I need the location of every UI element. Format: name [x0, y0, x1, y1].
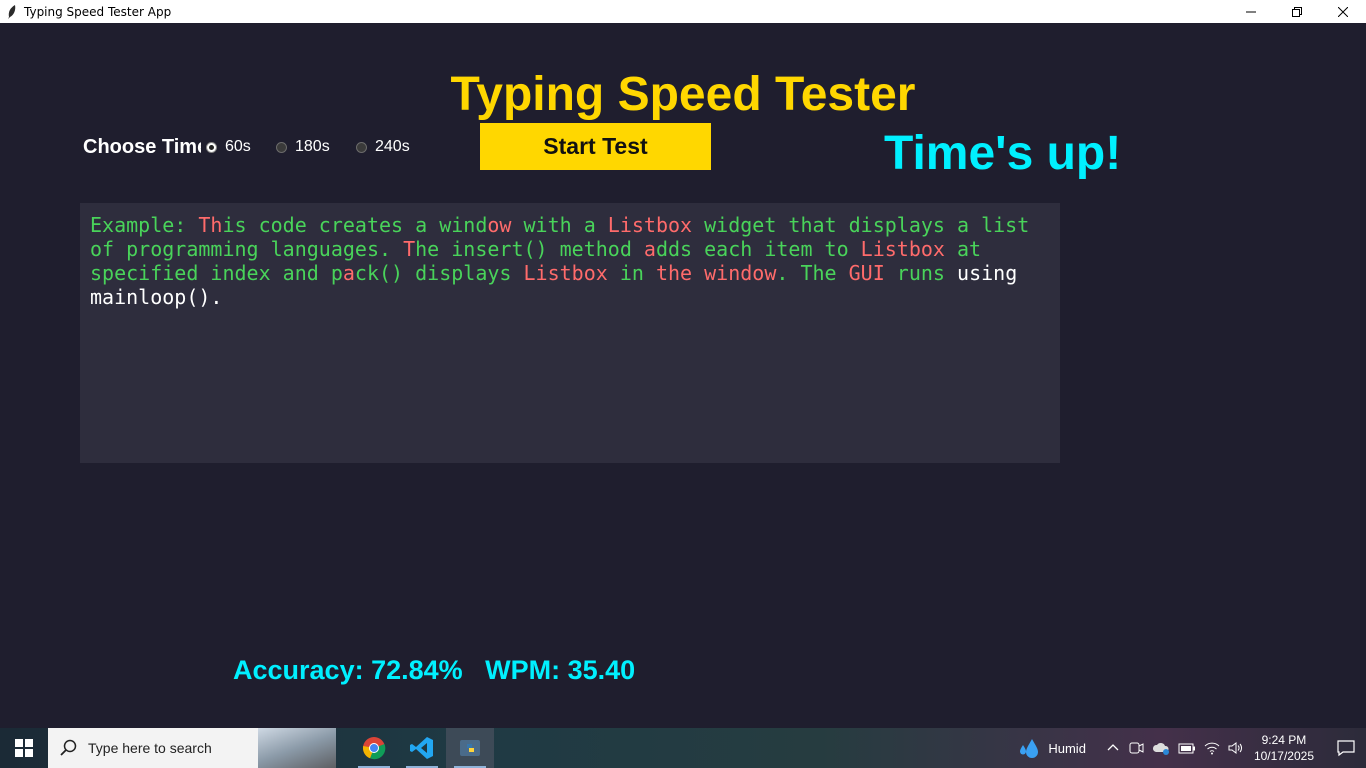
- feather-icon: [5, 4, 19, 19]
- correct-text-segment: [692, 261, 704, 285]
- notification-icon: [1337, 740, 1355, 757]
- restore-button[interactable]: [1274, 0, 1320, 23]
- radio-60s[interactable]: 60s: [206, 138, 251, 156]
- search-placeholder: Type here to search: [88, 740, 212, 756]
- minimize-icon: [1246, 11, 1256, 12]
- taskbar-vscode[interactable]: [398, 728, 446, 768]
- correct-text-segment: is code creates a wind: [222, 213, 488, 237]
- radio-unselected-icon: [276, 141, 287, 153]
- correct-text-segment: dds each item to: [655, 237, 861, 261]
- restore-icon: [1292, 6, 1302, 17]
- taskbar-chrome[interactable]: [350, 728, 398, 768]
- chrome-icon: [363, 737, 386, 760]
- chevron-up-icon[interactable]: [1106, 741, 1120, 755]
- tray-icons: [1106, 740, 1244, 756]
- incorrect-text-segment: a: [342, 261, 355, 285]
- radio-180s[interactable]: 180s: [276, 138, 330, 156]
- status-message: Time's up!: [884, 127, 1122, 180]
- wifi-icon[interactable]: [1204, 741, 1220, 755]
- correct-text-segment: with a: [511, 213, 608, 237]
- radio-60s-label: 60s: [225, 138, 251, 155]
- search-icon: [60, 739, 77, 756]
- vscode-icon: [410, 737, 433, 759]
- result-stats: Accuracy: 72.84% WPM: 35.40: [233, 655, 636, 685]
- taskbar-clock[interactable]: 9:24 PM 10/17/2025: [1254, 732, 1314, 764]
- correct-text-segment: . The: [776, 261, 849, 285]
- search-highlight-image: [258, 728, 336, 768]
- window-title: Typing Speed Tester App: [24, 4, 172, 19]
- system-tray: Humid 9:24 PM 10/17/2025: [1018, 728, 1366, 768]
- clock-time: 9:24 PM: [1261, 733, 1307, 747]
- correct-text-segment: runs: [884, 261, 945, 285]
- radio-240s-label: 240s: [375, 138, 410, 155]
- incorrect-text-segment: the: [655, 261, 693, 285]
- window-titlebar: Typing Speed Tester App: [0, 0, 1366, 23]
- correct-text-segment: ck() displays: [354, 261, 524, 285]
- clock-date: 10/17/2025: [1253, 749, 1314, 763]
- choose-time-label: Choose Time: [83, 136, 201, 158]
- incorrect-text-segment: a: [643, 237, 656, 261]
- water-drop-icon: [1020, 739, 1039, 758]
- close-button[interactable]: [1320, 0, 1366, 23]
- onedrive-icon[interactable]: [1152, 740, 1170, 756]
- incorrect-text-segment: GUI: [848, 261, 885, 285]
- incorrect-text-segment: T: [403, 237, 416, 261]
- minimize-button[interactable]: [1228, 0, 1274, 23]
- incorrect-text-segment: Listbox: [607, 213, 693, 237]
- taskbar-python[interactable]: [446, 728, 494, 768]
- radio-selected-icon: [206, 141, 217, 153]
- typing-text-area[interactable]: Example: This code creates a window with…: [80, 203, 1060, 463]
- start-test-button[interactable]: Start Test: [480, 123, 711, 170]
- volume-icon[interactable]: [1228, 741, 1244, 755]
- incorrect-text-segment: Listbox: [860, 237, 945, 261]
- correct-text-segment: in: [607, 261, 656, 285]
- meet-now-icon[interactable]: [1128, 740, 1144, 756]
- weather-widget[interactable]: Humid: [1018, 736, 1086, 760]
- notification-button[interactable]: [1326, 728, 1366, 768]
- correct-text-segment: he insert() method: [415, 237, 644, 261]
- weather-label: Humid: [1048, 740, 1086, 756]
- radio-180s-label: 180s: [295, 138, 330, 155]
- taskbar: Type here to search Humid 9:24 PM 10/17/…: [0, 728, 1366, 768]
- windows-icon: [15, 739, 33, 757]
- taskbar-search[interactable]: Type here to search: [48, 728, 336, 768]
- correct-text-segment: Example:: [90, 213, 199, 237]
- incorrect-text-segment: Listbox: [523, 261, 608, 285]
- app-window: Typing Speed Tester Choose Time 60s 180s…: [0, 23, 1366, 728]
- python-icon: [460, 740, 480, 756]
- incorrect-text-segment: ow: [487, 213, 512, 237]
- close-icon: [1338, 6, 1348, 17]
- radio-unselected-icon: [356, 141, 367, 153]
- incorrect-text-segment: Th: [198, 213, 223, 237]
- start-button[interactable]: [0, 728, 48, 768]
- radio-240s[interactable]: 240s: [356, 138, 410, 156]
- app-heading: Typing Speed Tester: [450, 68, 916, 121]
- battery-icon[interactable]: [1178, 741, 1196, 755]
- window-controls: [1228, 0, 1366, 23]
- incorrect-text-segment: window: [704, 261, 777, 285]
